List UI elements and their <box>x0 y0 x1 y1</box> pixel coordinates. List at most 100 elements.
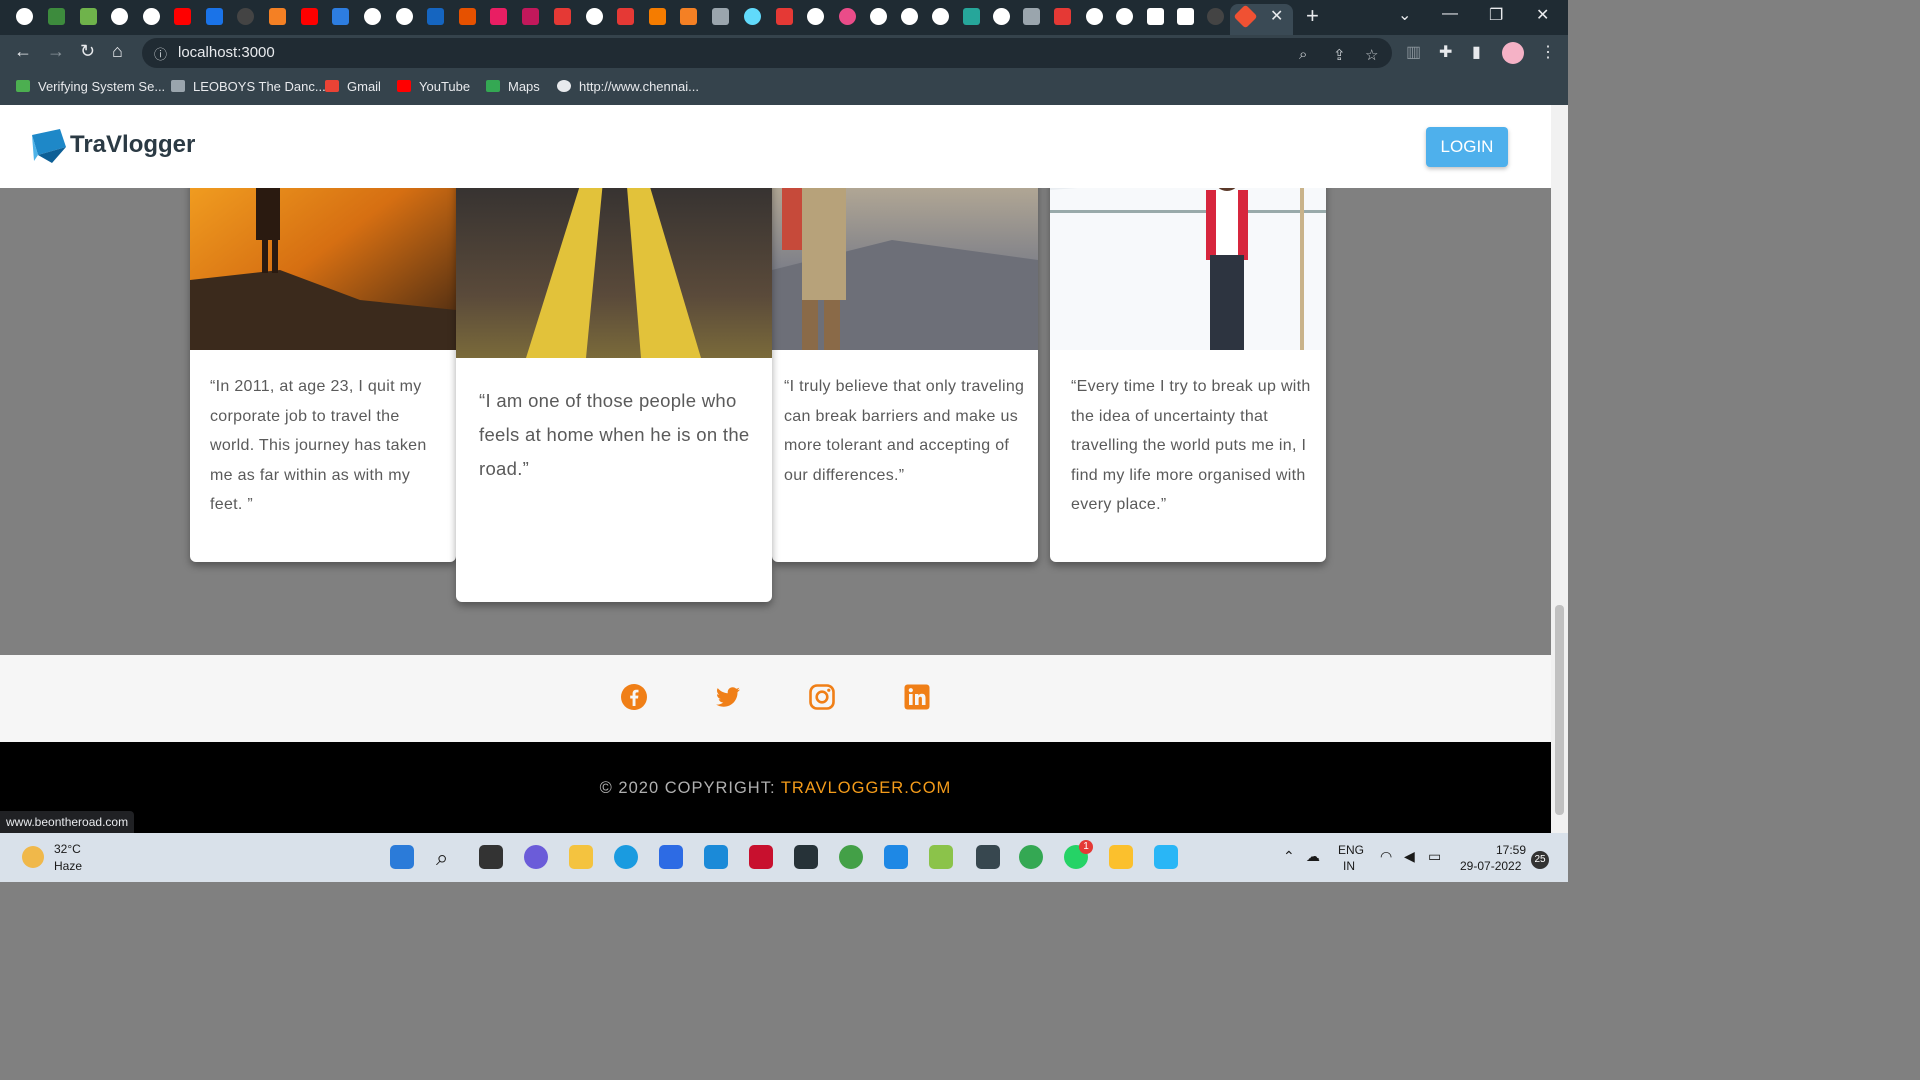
weather-temperature[interactable]: 32°C <box>54 842 81 856</box>
clock-date[interactable]: 29-07-2022 <box>1460 859 1521 873</box>
info-icon[interactable]: ⓘ <box>154 44 167 63</box>
app-icon[interactable] <box>976 845 1000 869</box>
tab-icon[interactable] <box>1147 8 1164 25</box>
tab-icon[interactable] <box>522 8 539 25</box>
close-window-button[interactable]: ✕ <box>1536 5 1549 25</box>
close-tab-icon[interactable]: ✕ <box>1270 6 1283 26</box>
app-l-icon[interactable] <box>704 845 728 869</box>
linkedin-icon[interactable] <box>903 683 931 711</box>
back-button[interactable]: ← <box>14 41 32 62</box>
clock-time[interactable]: 17:59 <box>1496 843 1526 857</box>
globe-tab-icon[interactable] <box>143 8 160 25</box>
chrome-icon[interactable] <box>1019 845 1043 869</box>
google-tab-icon[interactable] <box>16 8 33 25</box>
github-tab-icon[interactable] <box>1207 8 1224 25</box>
google-tab-icon[interactable] <box>807 8 824 25</box>
tab-icon[interactable] <box>80 8 97 25</box>
page-scrollbar[interactable] <box>1551 105 1568 833</box>
bookmark-item[interactable]: LEOBOYS The Danc... <box>171 79 326 94</box>
menu-icon[interactable]: ⋮ <box>1540 42 1556 62</box>
volume-icon[interactable]: ◀ <box>1404 848 1415 865</box>
teams-chat-icon[interactable] <box>524 845 548 869</box>
weather-icon[interactable] <box>22 846 44 868</box>
tab-icon[interactable] <box>963 8 980 25</box>
bookmark-star-icon[interactable]: ☆ <box>1365 46 1378 64</box>
globe-tab-icon[interactable] <box>870 8 887 25</box>
forward-button[interactable]: → <box>47 41 65 62</box>
tab-icon[interactable] <box>332 8 349 25</box>
bookmark-item[interactable]: Gmail <box>325 79 381 94</box>
bookmark-item[interactable]: http://www.chennai... <box>557 79 699 94</box>
tab-icon[interactable] <box>427 8 444 25</box>
copyright-link[interactable]: TRAVLOGGER.COM <box>781 779 951 797</box>
language-indicator[interactable]: ENG <box>1338 843 1364 857</box>
tab-icon[interactable] <box>1177 8 1194 25</box>
new-tab-button[interactable]: + <box>1306 3 1319 29</box>
bookmark-item[interactable]: Verifying System Se... <box>16 79 165 94</box>
notepad-icon[interactable] <box>1154 845 1178 869</box>
extension-tab-icon[interactable] <box>712 8 729 25</box>
tab-icon[interactable] <box>1054 8 1071 25</box>
cloud-icon[interactable]: ☁ <box>1306 848 1320 865</box>
scrollbar-thumb[interactable] <box>1555 605 1564 815</box>
blogger-tab-icon[interactable] <box>649 8 666 25</box>
tab-icon[interactable] <box>206 8 223 25</box>
maximize-button[interactable]: ❐ <box>1489 5 1503 25</box>
tab-icon[interactable] <box>776 8 793 25</box>
google-tab-icon[interactable] <box>396 8 413 25</box>
facebook-icon[interactable] <box>620 683 648 711</box>
chevron-up-icon[interactable]: ⌃ <box>1283 848 1295 865</box>
file-explorer-icon[interactable] <box>569 845 593 869</box>
address-bar[interactable]: ⓘ localhost:3000 ⌕ ⇪ ☆ <box>142 38 1392 68</box>
stackoverflow-tab-icon[interactable] <box>269 8 286 25</box>
logo-icon[interactable] <box>30 127 68 165</box>
google-tab-icon[interactable] <box>111 8 128 25</box>
tab-icon[interactable] <box>617 8 634 25</box>
edge-icon[interactable] <box>614 845 638 869</box>
globe-tab-icon[interactable] <box>901 8 918 25</box>
vscode-icon[interactable] <box>884 845 908 869</box>
task-view-icon[interactable] <box>479 845 503 869</box>
drive-icon[interactable] <box>1109 845 1133 869</box>
utorrent-icon[interactable] <box>839 845 863 869</box>
globe-tab-icon[interactable] <box>1116 8 1133 25</box>
login-button[interactable]: LOGIN <box>1426 127 1508 167</box>
reload-button[interactable]: ↻ <box>80 41 95 62</box>
mcafee-icon[interactable] <box>749 845 773 869</box>
google-tab-icon[interactable] <box>932 8 949 25</box>
side-panel-icon[interactable]: ▮ <box>1472 42 1481 62</box>
tab-icon[interactable] <box>1023 8 1040 25</box>
twitter-icon[interactable] <box>714 683 742 711</box>
zoom-icon[interactable]: ⌕ <box>1299 46 1307 63</box>
start-icon[interactable] <box>390 845 414 869</box>
bookmark-item[interactable]: YouTube <box>397 79 470 94</box>
extension-icon[interactable]: ▥ <box>1406 42 1421 62</box>
search-icon[interactable]: ⌕ <box>436 845 460 870</box>
battery-icon[interactable]: ▭ <box>1428 848 1441 865</box>
react-tab-icon[interactable] <box>744 8 761 25</box>
app-icon[interactable] <box>794 845 818 869</box>
tab-icon[interactable] <box>554 8 571 25</box>
youtube-tab-icon[interactable] <box>174 8 191 25</box>
weather-description[interactable]: Haze <box>54 859 82 873</box>
tab-icon[interactable] <box>459 8 476 25</box>
bookmark-item[interactable]: Maps <box>486 79 540 94</box>
globe-tab-icon[interactable] <box>993 8 1010 25</box>
puzzle-icon[interactable]: ✚ <box>1439 42 1452 62</box>
youtube-tab-icon[interactable] <box>301 8 318 25</box>
region-indicator[interactable]: IN <box>1343 859 1355 873</box>
stackoverflow-tab-icon[interactable] <box>680 8 697 25</box>
store-icon[interactable] <box>659 845 683 869</box>
google-tab-icon[interactable] <box>1086 8 1103 25</box>
tab-icon[interactable] <box>48 8 65 25</box>
share-icon[interactable]: ⇪ <box>1333 46 1346 64</box>
active-tab[interactable] <box>1230 4 1293 35</box>
tab-search-icon[interactable]: ⌄ <box>1398 5 1411 25</box>
logo-text[interactable]: TraVlogger <box>70 131 195 159</box>
home-button[interactable]: ⌂ <box>112 41 123 62</box>
minimize-button[interactable]: — <box>1442 5 1458 23</box>
notification-badge[interactable]: 25 <box>1531 851 1549 869</box>
profile-avatar[interactable] <box>1502 42 1524 64</box>
dribbble-tab-icon[interactable] <box>839 8 856 25</box>
wifi-icon[interactable]: ◠ <box>1380 848 1392 865</box>
